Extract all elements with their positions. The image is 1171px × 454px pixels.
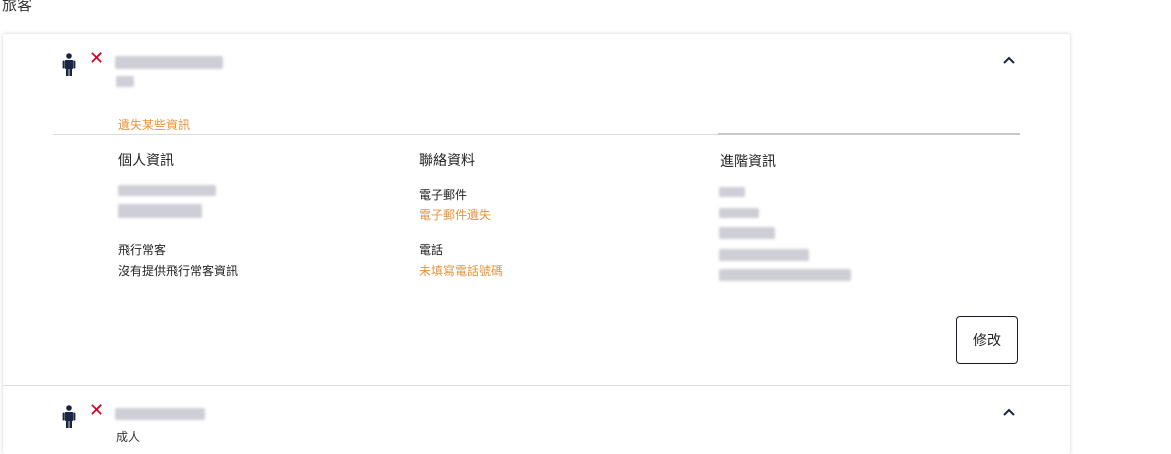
- edit-button[interactable]: 修改: [956, 316, 1018, 364]
- close-icon: ✕: [89, 400, 105, 421]
- email-missing-warning: 電子郵件遺失: [419, 208, 492, 222]
- frequent-flyer-label: 飛行常客: [118, 243, 167, 257]
- chevron-up-icon[interactable]: [1002, 55, 1016, 65]
- chevron-up-icon[interactable]: [1002, 407, 1016, 417]
- divider: [53, 134, 720, 135]
- advanced-line-redacted: [719, 249, 809, 261]
- personal-name-redacted: [118, 185, 216, 196]
- divider: [718, 133, 1020, 135]
- passenger-name-redacted: [115, 408, 205, 420]
- advanced-info-title: 進階資訊: [720, 154, 776, 170]
- divider: [3, 385, 1070, 386]
- advanced-line-redacted: [719, 269, 851, 281]
- passenger-type-label: 成人: [116, 430, 141, 444]
- advanced-line-redacted: [719, 227, 775, 239]
- phone-missing-warning: 未填寫電話號碼: [419, 264, 504, 278]
- phone-label: 電話: [419, 243, 444, 257]
- contact-info-title: 聯絡資料: [419, 153, 475, 169]
- passenger-type-redacted: [116, 76, 134, 87]
- frequent-flyer-value: 沒有提供飛行常客資訊: [118, 264, 239, 278]
- passenger-list-card: ✕ 遺失某些資訊 個人資訊 飛行常客 沒有提供飛行常客資訊 聯絡資料 電子郵件 …: [3, 34, 1070, 454]
- personal-dob-redacted: [118, 204, 202, 218]
- person-icon: [62, 53, 76, 76]
- personal-info-title: 個人資訊: [118, 153, 174, 169]
- person-icon: [62, 405, 76, 428]
- advanced-line-redacted: [719, 208, 759, 218]
- passenger-name-redacted: [115, 56, 223, 69]
- advanced-line-redacted: [719, 187, 745, 197]
- email-label: 電子郵件: [419, 188, 468, 202]
- close-icon: ✕: [89, 48, 105, 69]
- page-title: 旅客: [2, 0, 33, 14]
- missing-info-warning: 遺失某些資訊: [118, 118, 191, 132]
